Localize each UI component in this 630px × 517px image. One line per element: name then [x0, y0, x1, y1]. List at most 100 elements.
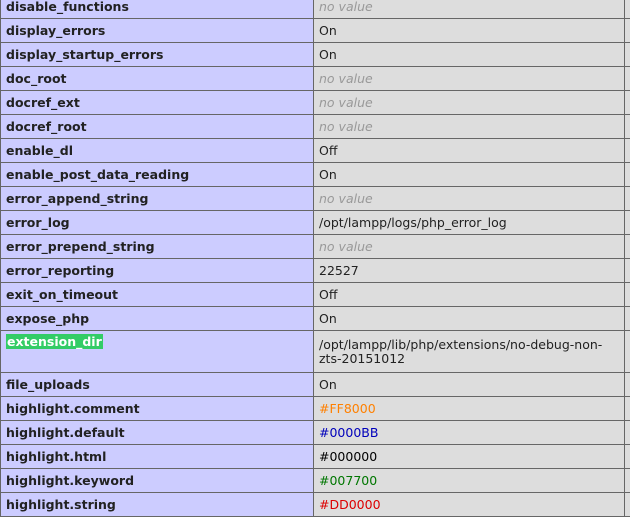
directive-row: highlight.string #DD0000: [1, 493, 630, 517]
directive-row: error_reporting 22527: [1, 259, 630, 283]
directive-row: highlight.html #000000: [1, 445, 630, 469]
directive-name: display_errors: [6, 23, 105, 38]
local-value-cell: no value: [314, 115, 625, 139]
master-value-cell: [625, 115, 630, 139]
local-value-cell: #000000: [314, 445, 625, 469]
directive-row: disable_functions no value: [1, 0, 630, 19]
local-value-cell: /opt/lampp/logs/php_error_log: [314, 211, 625, 235]
local-value-cell: /opt/lampp/lib/php/extensions/no-debug-n…: [314, 331, 625, 373]
local-value-cell: no value: [314, 187, 625, 211]
directive-name: display_startup_errors: [6, 47, 163, 62]
local-value: /opt/lampp/logs/php_error_log: [319, 215, 507, 230]
no-value-text: no value: [319, 191, 373, 206]
master-value-cell: [625, 283, 630, 307]
directive-name: file_uploads: [6, 377, 90, 392]
directive-row: highlight.default #0000BB: [1, 421, 630, 445]
local-value-cell: On: [314, 307, 625, 331]
directive-name-cell: highlight.string: [1, 493, 314, 517]
local-value: #0000BB: [319, 425, 378, 440]
directive-name-cell: doc_root: [1, 67, 314, 91]
master-value-cell: [625, 421, 630, 445]
master-value-cell: [625, 259, 630, 283]
directive-row: enable_post_data_reading On: [1, 163, 630, 187]
php-configuration-table: disable_functionsno valuedisplay_errorsO…: [0, 0, 630, 517]
no-value-text: no value: [319, 95, 373, 110]
directive-name-cell: file_uploads: [1, 373, 314, 397]
master-value-cell: [625, 331, 630, 373]
directive-name-cell: error_append_string: [1, 187, 314, 211]
directive-name: expose_php: [6, 311, 89, 326]
local-value: Off: [319, 143, 337, 158]
directive-name-cell: extension_dir: [1, 331, 314, 373]
local-value-cell: #DD0000: [314, 493, 625, 517]
local-value: #DD0000: [319, 497, 381, 512]
directive-name-cell: enable_dl: [1, 139, 314, 163]
directive-name: error_append_string: [6, 191, 148, 206]
directive-rows: disable_functionsno valuedisplay_errorsO…: [1, 0, 630, 517]
directive-name: highlight.string: [6, 497, 116, 512]
directive-row: expose_php On: [1, 307, 630, 331]
master-value-cell: [625, 139, 630, 163]
master-value-cell: [625, 397, 630, 421]
local-value-cell: #FF8000: [314, 397, 625, 421]
local-value: On: [319, 47, 337, 62]
directive-name-cell: display_errors: [1, 19, 314, 43]
directive-name: highlight.keyword: [6, 473, 134, 488]
directive-name-cell: exit_on_timeout: [1, 283, 314, 307]
no-value-text: no value: [319, 239, 373, 254]
directive-name-cell: highlight.default: [1, 421, 314, 445]
master-value-cell: [625, 187, 630, 211]
local-value-cell: 22527: [314, 259, 625, 283]
local-value: On: [319, 311, 337, 326]
master-value-cell: [625, 469, 630, 493]
directive-row: file_uploads On: [1, 373, 630, 397]
directive-name: error_log: [6, 215, 70, 230]
master-value-cell: [625, 91, 630, 115]
local-value-cell: no value: [314, 0, 625, 19]
directive-name-cell: error_log: [1, 211, 314, 235]
master-value-cell: [625, 163, 630, 187]
directive-row: extension_dir/opt/lampp/lib/php/extensio…: [1, 331, 630, 373]
directive-name-cell: docref_ext: [1, 91, 314, 115]
local-value-cell: On: [314, 373, 625, 397]
directive-name: exit_on_timeout: [6, 287, 118, 302]
directive-row: docref_root no value: [1, 115, 630, 139]
directive-row: display_startup_errors On: [1, 43, 630, 67]
directive-name-cell: disable_functions: [1, 0, 314, 19]
master-value-cell: [625, 307, 630, 331]
selected-directive-name: extension_dir: [6, 334, 103, 349]
local-value: On: [319, 167, 337, 182]
directive-row: exit_on_timeoutOff: [1, 283, 630, 307]
directive-name: doc_root: [6, 71, 67, 86]
local-value-cell: no value: [314, 91, 625, 115]
directive-name-cell: enable_post_data_reading: [1, 163, 314, 187]
master-value-cell: [625, 43, 630, 67]
directive-name: disable_functions: [6, 0, 129, 14]
directive-name-cell: error_reporting: [1, 259, 314, 283]
directive-name: docref_ext: [6, 95, 80, 110]
directive-name-cell: highlight.keyword: [1, 469, 314, 493]
directive-name: error_reporting: [6, 263, 114, 278]
master-value-cell: [625, 493, 630, 517]
local-value-cell: no value: [314, 67, 625, 91]
local-value: /opt/lampp/lib/php/extensions/no-debug-n…: [319, 337, 602, 366]
local-value-cell: #0000BB: [314, 421, 625, 445]
master-value-cell: [625, 373, 630, 397]
local-value-cell: On: [314, 163, 625, 187]
directive-row: error_append_string no value: [1, 187, 630, 211]
local-value-cell: On: [314, 43, 625, 67]
local-value-cell: Off: [314, 139, 625, 163]
directive-name-cell: display_startup_errors: [1, 43, 314, 67]
directive-row: highlight.comment#FF8000: [1, 397, 630, 421]
local-value: 22527: [319, 263, 359, 278]
directive-row: error_prepend_stringno value: [1, 235, 630, 259]
master-value-cell: [625, 19, 630, 43]
directive-name-cell: highlight.html: [1, 445, 314, 469]
local-value: On: [319, 23, 337, 38]
directive-name: highlight.html: [6, 449, 106, 464]
master-value-cell: [625, 235, 630, 259]
directive-name: docref_root: [6, 119, 87, 134]
no-value-text: no value: [319, 0, 373, 14]
directive-row: enable_dl Off: [1, 139, 630, 163]
local-value-cell: no value: [314, 235, 625, 259]
